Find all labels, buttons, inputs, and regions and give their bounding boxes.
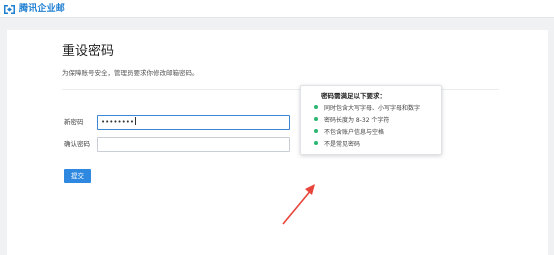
new-password-label: 新密码 — [64, 118, 84, 126]
tencent-mail-logo-icon — [4, 4, 15, 14]
requirement-text: 不包含账户信息与空格 — [324, 129, 385, 136]
confirm-password-input[interactable] — [97, 137, 290, 152]
red-arrow-icon — [282, 184, 315, 225]
green-dot-icon — [314, 117, 318, 121]
page-title: 重设密码 — [62, 44, 115, 59]
submit-button[interactable]: 提交 — [64, 169, 91, 183]
password-requirements-tooltip: 密码需满足以下要求： 同时包含大写字母、小写字母和数字 密码长度为 8-32 个… — [300, 85, 442, 155]
new-password-value: •••••••• — [101, 118, 135, 126]
reset-password-card: 重设密码 为保障账号安全，管理员要求你修改邮箱密码。 新密码 •••••••• … — [7, 30, 548, 255]
requirement-text: 同时包含大写字母、小写字母和数字 — [324, 105, 421, 112]
confirm-password-label: 确认密码 — [64, 140, 90, 148]
text-caret — [135, 117, 137, 125]
requirement-item: 同时包含大写字母、小写字母和数字 — [314, 105, 420, 113]
requirement-text: 密码长度为 8-32 个字符 — [324, 117, 390, 124]
new-password-input[interactable]: •••••••• — [97, 115, 290, 130]
page-subtitle: 为保障账号安全，管理员要求你修改邮箱密码。 — [62, 69, 199, 77]
requirements-title: 密码需满足以下要求： — [321, 92, 386, 100]
top-bar: 腾讯企业邮 — [0, 0, 554, 18]
green-dot-icon — [314, 129, 318, 133]
app-logo[interactable]: 腾讯企业邮 — [3, 2, 65, 16]
requirement-text: 不是常见密码 — [324, 141, 361, 148]
requirement-item: 密码长度为 8-32 个字符 — [314, 117, 389, 125]
requirement-item: 不包含账户信息与空格 — [314, 129, 384, 137]
green-dot-icon — [314, 141, 318, 145]
requirement-item: 不是常见密码 — [314, 141, 360, 149]
app-name: 腾讯企业邮 — [19, 4, 66, 14]
green-dot-icon — [314, 105, 318, 109]
